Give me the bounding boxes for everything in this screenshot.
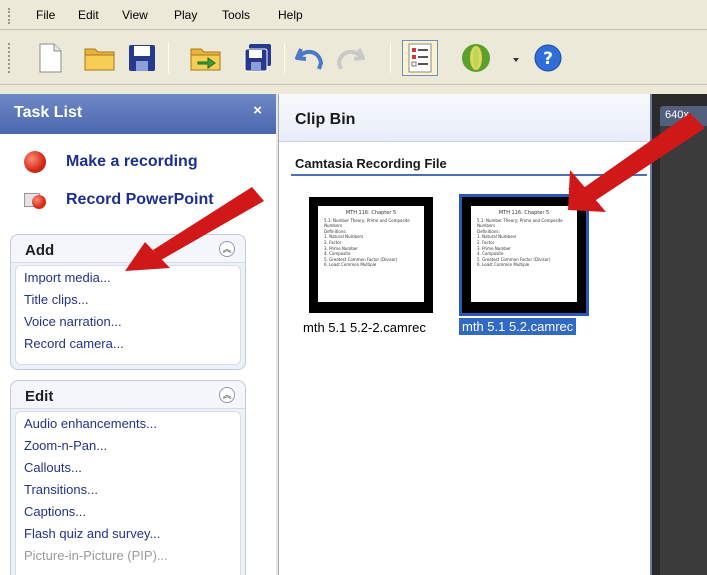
- clip-thumbnail-content: MTH 116: Chapter 5 5.1: Number Theory; P…: [318, 206, 424, 302]
- produce-button[interactable]: [458, 40, 494, 76]
- voice-narration-link[interactable]: Voice narration...: [24, 314, 122, 329]
- collapse-chevron-icon[interactable]: ︽: [219, 387, 235, 403]
- undo-button[interactable]: [292, 40, 328, 76]
- toolbar: ?: [0, 31, 707, 85]
- picture-in-picture-link: Picture-in-Picture (PIP)...: [24, 548, 168, 563]
- redo-icon: [336, 48, 365, 70]
- open-folder-icon: [190, 48, 221, 71]
- task-list-panel: Task List × Make a recording Record Powe…: [0, 94, 276, 575]
- callouts-link[interactable]: Callouts...: [24, 460, 82, 475]
- record-icon: [24, 151, 46, 173]
- zoom-n-pan-link[interactable]: Zoom-n-Pan...: [24, 438, 107, 453]
- save-icon: [129, 45, 155, 71]
- clip-thumbnail-content: MTH 116: Chapter 5 5.1: Number Theory; P…: [471, 206, 577, 302]
- collapse-chevron-icon[interactable]: ︽: [219, 241, 235, 257]
- toolbar-grip: [8, 43, 12, 73]
- undo-icon: [295, 48, 324, 70]
- clip-bin-section-title: Camtasia Recording File: [295, 156, 447, 171]
- task-list-icon: [408, 43, 432, 73]
- record-camera-link[interactable]: Record camera...: [24, 336, 124, 351]
- produce-dropdown-arrow[interactable]: [513, 58, 519, 62]
- new-project-button[interactable]: [32, 40, 68, 76]
- make-recording-link[interactable]: Make a recording: [24, 151, 198, 173]
- clip-label[interactable]: mth 5.1 5.2-2.camrec: [303, 320, 426, 335]
- clip-thumbnail[interactable]: MTH 116: Chapter 5 5.1: Number Theory; P…: [309, 197, 433, 313]
- preview-panel: 640x: [650, 94, 707, 575]
- edit-group: Edit ︽ Audio enhancements... Zoom-n-Pan.…: [10, 380, 246, 575]
- new-project-icon: [39, 43, 62, 73]
- task-list-body: Make a recording Record PowerPoint Add ︽…: [0, 134, 276, 575]
- title-clips-link[interactable]: Title clips...: [24, 292, 89, 307]
- menu-grip: [8, 8, 12, 24]
- record-powerpoint-link[interactable]: Record PowerPoint: [24, 190, 214, 210]
- svg-text:?: ?: [543, 49, 553, 69]
- open-project-icon: [84, 48, 115, 71]
- menu-edit[interactable]: Edit: [78, 8, 99, 22]
- task-list-title: Task List: [14, 104, 83, 121]
- clip-label-selected[interactable]: mth 5.1 5.2.camrec: [459, 318, 577, 335]
- add-group: Add ︽ Import media... Title clips... Voi…: [10, 234, 246, 370]
- import-media-link[interactable]: Import media...: [24, 270, 111, 285]
- edit-group-list: Audio enhancements... Zoom-n-Pan... Call…: [15, 411, 241, 575]
- produce-icon: [462, 44, 490, 72]
- preview-area: [660, 126, 707, 575]
- captions-link[interactable]: Captions...: [24, 504, 86, 519]
- redo-button[interactable]: [332, 40, 368, 76]
- menu-play[interactable]: Play: [174, 8, 197, 22]
- transitions-link[interactable]: Transitions...: [24, 482, 98, 497]
- add-group-list: Import media... Title clips... Voice nar…: [15, 265, 241, 365]
- menu-help[interactable]: Help: [278, 8, 303, 22]
- preview-size-tab[interactable]: 640x: [660, 106, 707, 126]
- add-group-title: Add: [25, 242, 55, 259]
- menu-file[interactable]: File: [36, 8, 55, 22]
- section-divider: [291, 174, 647, 176]
- clip-thumbnail-selected[interactable]: MTH 116: Chapter 5 5.1: Number Theory; P…: [459, 194, 589, 316]
- open-project-button[interactable]: [82, 40, 118, 76]
- powerpoint-record-icon: [24, 191, 46, 209]
- audio-enhancements-link[interactable]: Audio enhancements...: [24, 416, 157, 431]
- save-button[interactable]: [124, 40, 160, 76]
- record-powerpoint-label: Record PowerPoint: [66, 191, 214, 208]
- close-icon[interactable]: ×: [253, 102, 262, 119]
- menu-tools[interactable]: Tools: [222, 8, 250, 22]
- clip-bin-title: Clip Bin: [295, 111, 356, 128]
- task-list-toggle-button[interactable]: [402, 40, 438, 76]
- menu-bar: File Edit View Play Tools Help: [0, 0, 707, 30]
- make-recording-label: Make a recording: [66, 153, 198, 170]
- task-list-header: Task List ×: [0, 94, 276, 134]
- edit-group-header[interactable]: Edit ︽: [11, 381, 245, 409]
- save-all-button[interactable]: [240, 40, 276, 76]
- save-all-icon: [244, 44, 271, 72]
- camtasia-window: File Edit View Play Tools Help ? Task Li…: [0, 0, 707, 575]
- clip-bin-panel: Clip Bin Camtasia Recording File MTH 116…: [278, 94, 651, 575]
- clip-bin-header: Clip Bin: [279, 94, 651, 142]
- help-button[interactable]: ?: [530, 40, 566, 76]
- menu-view[interactable]: View: [122, 8, 148, 22]
- edit-group-title: Edit: [25, 388, 54, 405]
- add-group-header[interactable]: Add ︽: [11, 235, 245, 263]
- help-icon: ?: [534, 44, 562, 72]
- open-folder-button[interactable]: [188, 40, 224, 76]
- flash-quiz-link[interactable]: Flash quiz and survey...: [24, 526, 160, 541]
